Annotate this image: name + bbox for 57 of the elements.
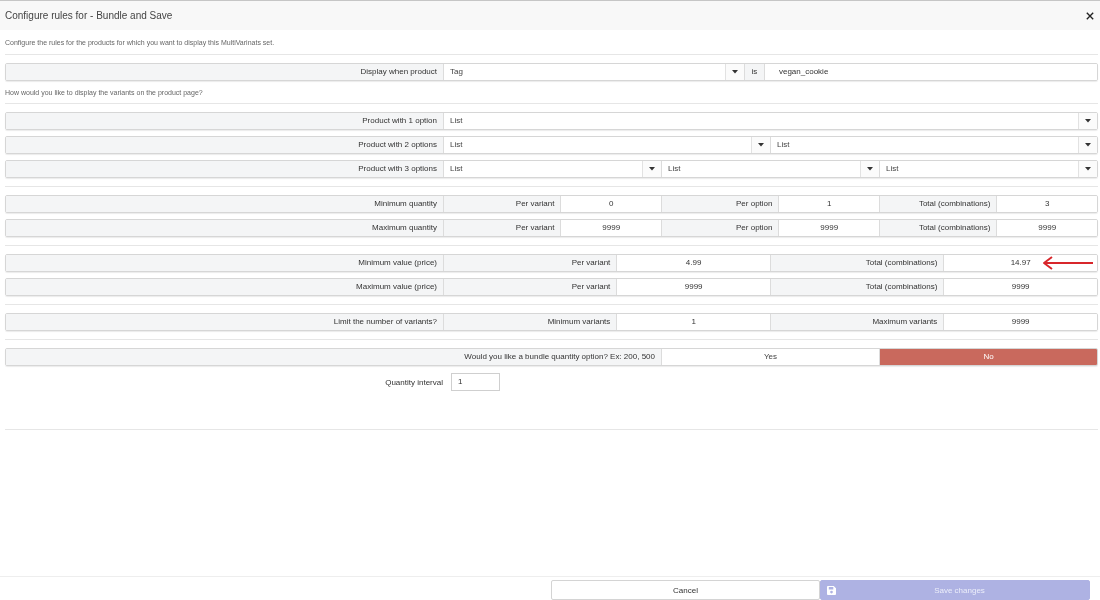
dropdown[interactable]: Tag	[443, 64, 744, 80]
number-field[interactable]: 9999	[778, 220, 879, 236]
option-button[interactable]: Yes	[661, 349, 879, 365]
field-label: Per option	[661, 196, 779, 212]
field-label: Per variant	[443, 279, 617, 295]
caret-icon	[649, 167, 655, 171]
field-label: Display when product	[6, 64, 443, 80]
text-field[interactable]: vegan_cookie	[763, 64, 1097, 80]
caret-icon	[1085, 167, 1091, 171]
number-field[interactable]: 9999	[943, 314, 1097, 330]
number-field[interactable]: 1	[451, 373, 500, 391]
field-label: Quantity interval	[385, 377, 443, 387]
field-label: Product with 3 options	[6, 161, 443, 177]
close-icon[interactable]	[1086, 11, 1094, 20]
number-field[interactable]: 9999	[560, 220, 661, 236]
field-label: Total (combinations)	[770, 255, 944, 271]
field-label: Would you like a bundle quantity option? Ex: 200, 500	[6, 349, 661, 365]
field-label: Per option	[661, 220, 779, 236]
caret-icon	[1085, 119, 1091, 123]
cancel-button[interactable]: Cancel	[551, 580, 820, 600]
field-label: Limit the number of variants?	[6, 314, 443, 330]
field-label: Product with 1 option	[6, 113, 443, 129]
number-field[interactable]: 9999	[943, 279, 1097, 295]
field-label: Per variant	[443, 196, 561, 212]
dropdown[interactable]: List	[770, 137, 1097, 153]
field-label: Total (combinations)	[879, 220, 997, 236]
field-label: Maximum variants	[770, 314, 944, 330]
field-label: Minimum variants	[443, 314, 617, 330]
number-field[interactable]: 1	[616, 314, 770, 330]
dropdown[interactable]: List	[879, 161, 1097, 177]
dialog-title: Configure rules for - Bundle and Save	[5, 10, 173, 21]
field-label: Maximum quantity	[6, 220, 443, 236]
number-field[interactable]: 3	[996, 196, 1097, 212]
caret-icon	[867, 167, 873, 171]
number-field[interactable]: 9999	[996, 220, 1097, 236]
number-field[interactable]: 4.99	[616, 255, 770, 271]
field-label: Total (combinations)	[879, 196, 997, 212]
dropdown[interactable]: List	[443, 137, 770, 153]
dropdown[interactable]: List	[443, 113, 1097, 129]
dropdown[interactable]: List	[661, 161, 879, 177]
field-label: Minimum quantity	[6, 196, 443, 212]
field-label: Per variant	[443, 255, 617, 271]
dropdown[interactable]: List	[443, 161, 661, 177]
number-field[interactable]: 0	[560, 196, 661, 212]
number-field[interactable]: 9999	[616, 279, 770, 295]
caret-icon	[731, 70, 738, 74]
field-label: Product with 2 options	[6, 137, 443, 153]
field-label: Maximum value (price)	[6, 279, 443, 295]
field-label: Per variant	[443, 220, 561, 236]
caret-icon	[1085, 143, 1091, 147]
number-field[interactable]: 14.97	[943, 255, 1097, 271]
caret-icon	[758, 143, 764, 147]
field-label: Minimum value (price)	[6, 255, 443, 271]
option-button[interactable]: No	[879, 349, 1097, 365]
field-label: Total (combinations)	[770, 279, 944, 295]
number-field[interactable]: 1	[778, 196, 879, 212]
operator-label: is	[743, 64, 764, 80]
